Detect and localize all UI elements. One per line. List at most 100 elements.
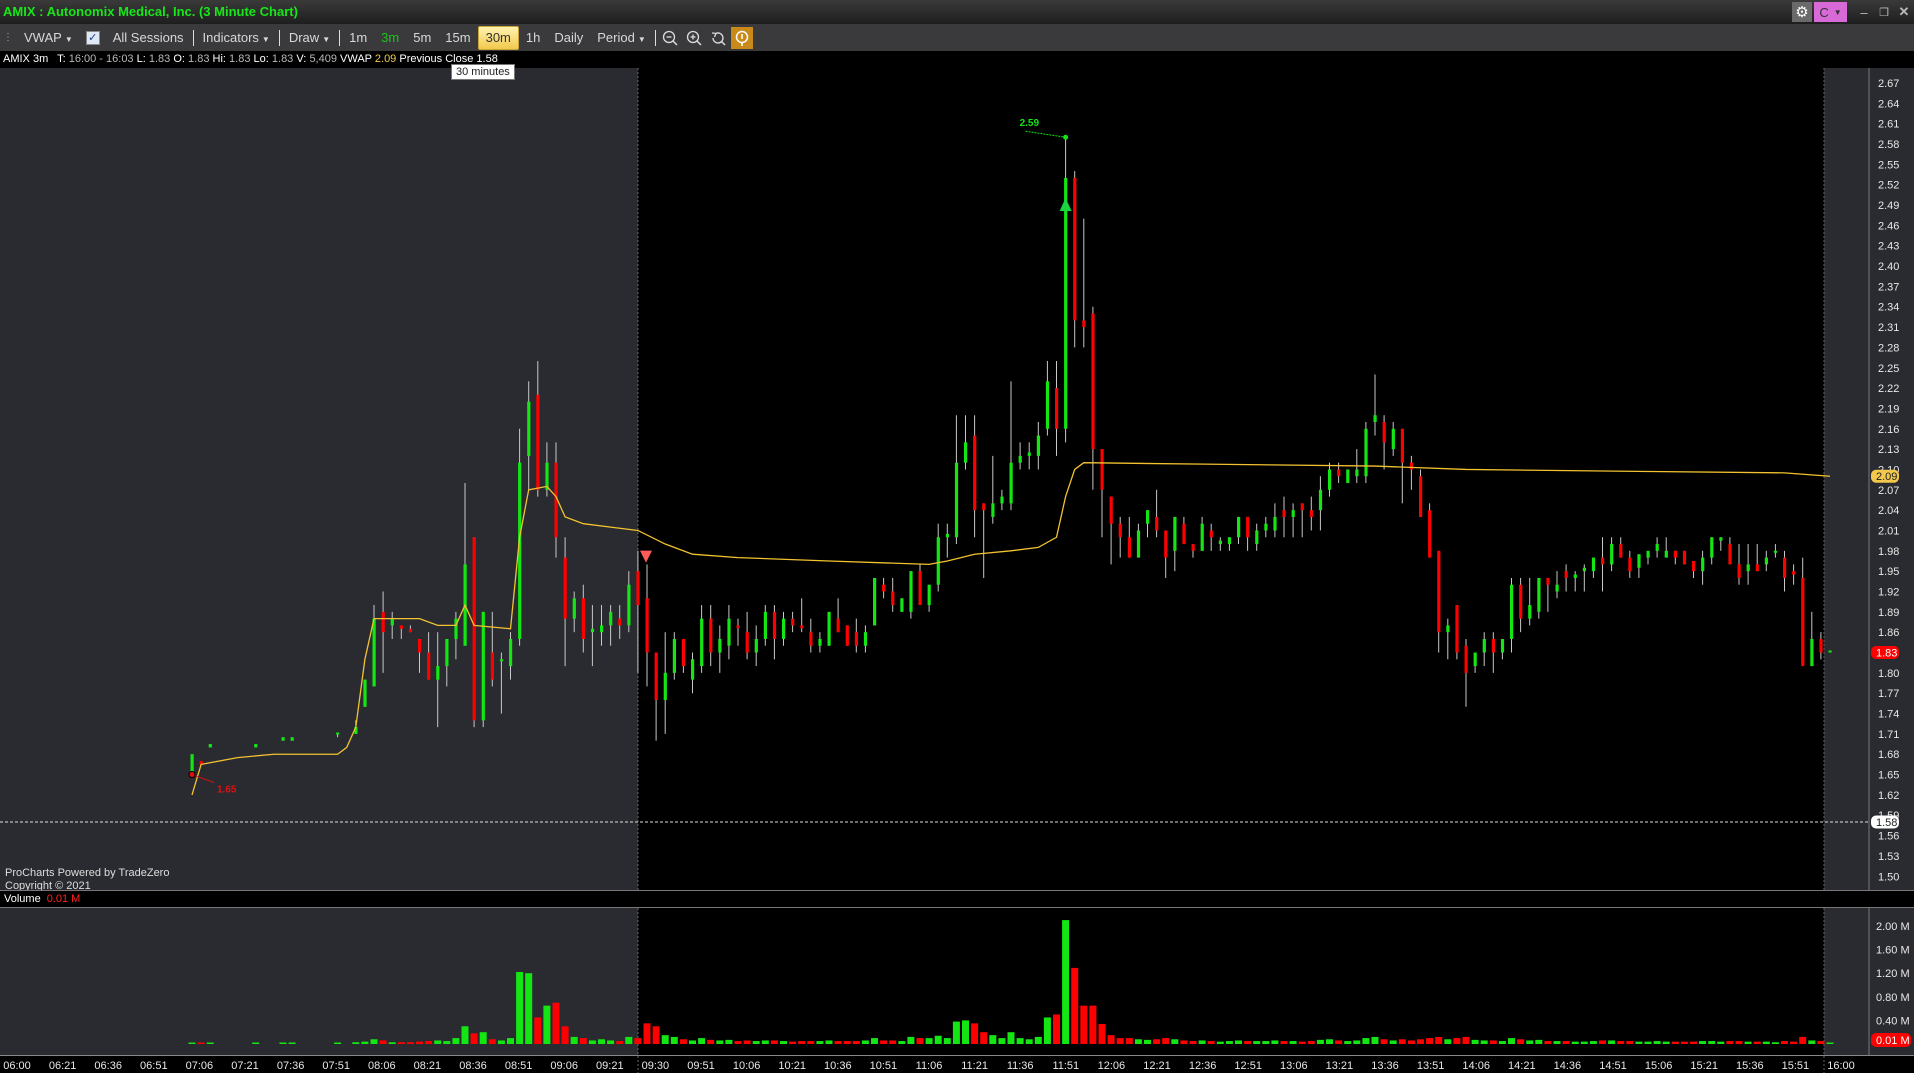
zoom-out-button[interactable]	[659, 27, 681, 49]
volume-bar	[807, 1041, 815, 1044]
close-button[interactable]: ✕	[1896, 2, 1912, 22]
candle-body	[1200, 523, 1204, 551]
indicators-label: Indicators	[202, 29, 259, 45]
draw-dropdown[interactable]: Draw ▼	[282, 27, 337, 49]
regular-session-region	[638, 68, 1824, 890]
zoom-in-button[interactable]	[683, 27, 705, 49]
volume-bar	[1198, 1040, 1206, 1044]
time-tick-label: 14:36	[1554, 1060, 1582, 1072]
candle-body	[1073, 177, 1077, 321]
candle-body	[1291, 510, 1295, 517]
time-axis[interactable]: 06:00 06:21 06:36 06:51 07:06 07:21 07:36 07:51…	[0, 1055, 1914, 1073]
volume-chart[interactable]: 2.00 M 1.60 M 1.20 M 0.80 M 0.40 M 0.01 M	[0, 907, 1914, 1056]
candle-body	[536, 394, 540, 490]
time-tick-label: 10:06	[733, 1060, 761, 1072]
period-dropdown[interactable]: Period ▼	[590, 27, 653, 49]
price-tick-label: 2.01	[1878, 525, 1899, 537]
interval-15m[interactable]: 15m	[438, 27, 477, 49]
volume-bar	[816, 1041, 824, 1044]
volume-bar	[952, 1021, 960, 1044]
reset-zoom-button[interactable]	[707, 27, 729, 49]
candle	[845, 625, 849, 646]
candle-body	[1146, 510, 1150, 524]
interval-1m[interactable]: 1m	[342, 27, 374, 49]
chevron-down-icon: ▼	[1833, 7, 1842, 17]
candle-body	[663, 672, 667, 700]
candle-body	[636, 571, 640, 606]
low-point-dot	[188, 771, 196, 779]
interval-3m[interactable]: 3m	[374, 27, 406, 49]
draw-label: Draw	[288, 29, 320, 45]
volume-bar	[206, 1042, 214, 1044]
indicators-dropdown[interactable]: Indicators ▼	[196, 27, 277, 49]
volume-bar	[716, 1040, 724, 1044]
candle-body	[1136, 530, 1141, 558]
interval-30m[interactable]: 30m	[477, 25, 519, 50]
volume-bar	[1608, 1040, 1616, 1044]
volume-bar	[1362, 1038, 1370, 1044]
chevron-down-icon: ▼	[322, 34, 331, 44]
last-value: 1.83	[148, 53, 171, 65]
volume-bar	[1708, 1041, 1716, 1044]
candle-body	[1510, 584, 1514, 639]
volume-bar	[1808, 1040, 1816, 1044]
volume-bar	[1599, 1040, 1606, 1044]
volume-bar	[1753, 1041, 1761, 1044]
volume-bar	[1089, 1005, 1097, 1044]
candle	[208, 744, 212, 748]
candle-body	[1282, 510, 1286, 517]
vwap-dropdown[interactable]: VWAP ▼	[17, 27, 80, 49]
low-label: Lo:	[253, 53, 269, 65]
volume-bar	[479, 1032, 487, 1044]
price-tick-label: 1.50	[1878, 871, 1899, 883]
time-tick-label: 11:51	[1052, 1060, 1079, 1072]
interval-5m[interactable]: 5m	[406, 27, 438, 49]
candle-body	[363, 679, 367, 707]
volume-bar	[1007, 1032, 1015, 1044]
candle-body	[681, 638, 686, 667]
time-tick-label: 10:36	[824, 1060, 852, 1072]
vwap-label: VWAP	[340, 53, 372, 65]
volume-bar	[743, 1040, 751, 1044]
volume-bar	[1535, 1039, 1543, 1044]
volume-bar	[1799, 1036, 1807, 1044]
crosshair-zoom-button[interactable]	[730, 26, 753, 49]
candle-body	[1473, 652, 1477, 667]
interval-daily[interactable]: Daily	[547, 27, 590, 49]
price-tick-label: 1.92	[1878, 587, 1899, 599]
time-tick-label: 10:51	[870, 1060, 898, 1072]
time-tick-label: 14:51	[1599, 1060, 1627, 1072]
candle-body	[845, 625, 849, 646]
candle-body	[1091, 313, 1095, 450]
candle-body	[1810, 638, 1814, 667]
candle-body	[509, 638, 513, 667]
time-tick-label: 06:51	[140, 1060, 168, 1072]
price-tick-label: 1.74	[1878, 709, 1899, 721]
profile-button[interactable]: C ▼	[1814, 2, 1847, 22]
candle-body	[736, 625, 740, 629]
time-tick-label: 13:51	[1417, 1060, 1445, 1072]
candle-body	[1673, 550, 1677, 558]
candle-body	[1100, 449, 1104, 490]
candle-body	[863, 632, 868, 646]
candle-body	[1045, 381, 1050, 429]
candle	[873, 577, 877, 626]
candle-body	[572, 598, 576, 619]
all-sessions-checkbox[interactable]: ✓	[85, 30, 100, 45]
interval-1h[interactable]: 1h	[519, 27, 547, 49]
time-tick-label: 11:36	[1007, 1060, 1034, 1072]
time-tick-label: 09:51	[687, 1060, 715, 1072]
minimize-button[interactable]: –	[1856, 2, 1872, 22]
candle-body	[1783, 557, 1787, 578]
candle-body	[1300, 503, 1304, 511]
all-sessions-label[interactable]: All Sessions	[106, 27, 191, 49]
settings-button[interactable]: ⚙	[1792, 2, 1812, 22]
candle	[481, 611, 485, 728]
volume-bar	[352, 1042, 360, 1044]
volume-bar	[452, 1038, 460, 1044]
volume-bar	[689, 1040, 696, 1044]
volume-bar	[780, 1041, 787, 1044]
price-chart[interactable]: 2.67 2.64 2.61 2.58 2.55 2.52 2.49 2.46 2.43 2.40…	[0, 68, 1914, 890]
restore-button[interactable]: ❐	[1876, 2, 1892, 22]
toolbar-grip-icon[interactable]: ⋮	[3, 32, 13, 43]
